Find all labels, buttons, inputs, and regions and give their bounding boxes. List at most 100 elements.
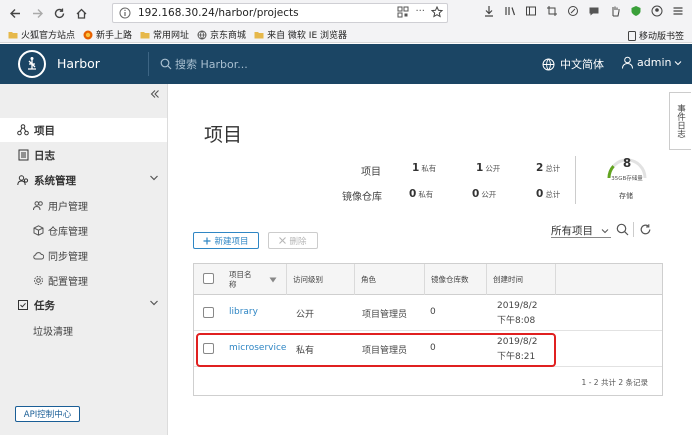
qr-code-icon[interactable] [397, 6, 409, 18]
chevron-down-icon [675, 60, 682, 65]
brand-name[interactable]: Harbor [57, 56, 100, 71]
sidebar-item-users[interactable]: 用户管理 [0, 193, 167, 217]
column-header-repos: 镜像仓库数 [424, 264, 486, 295]
harbor-logo-icon[interactable] [18, 50, 46, 78]
api-center-button[interactable]: API控制中心 [15, 406, 80, 422]
back-arrow-icon[interactable] [4, 3, 26, 25]
library-icon[interactable] [503, 4, 517, 18]
stat-repos-total: 0 总计 [536, 188, 561, 200]
sidebar-toggle-icon[interactable] [524, 4, 538, 18]
bookmark-item[interactable]: 来自 微软 IE 浏览器 [254, 28, 347, 41]
filter-value: 所有项目 [551, 224, 593, 237]
sidebar-item-configuration[interactable]: 配置管理 [0, 268, 167, 292]
language-label: 中文简体 [560, 58, 604, 71]
chevron-down-icon [150, 175, 158, 181]
column-header-role: 角色 [354, 264, 424, 295]
column-header-created: 创建时间 [486, 264, 556, 295]
bookmark-item[interactable]: 京东商城 [197, 28, 246, 41]
hand-icon[interactable] [608, 4, 622, 18]
stat-projects-private: 1 私有 [412, 162, 437, 174]
bookmark-star-icon[interactable] [431, 6, 443, 18]
stats-divider [575, 156, 576, 204]
global-search[interactable]: 搜索 Harbor... [160, 56, 248, 72]
storage-count: 8 [622, 156, 632, 170]
stat-projects-total: 2 总计 [536, 162, 561, 174]
folder-icon [8, 31, 18, 38]
filter-triangle-icon[interactable] [269, 277, 277, 283]
address-bar[interactable]: 192.168.30.24/harbor/projects ··· [112, 3, 448, 23]
close-icon [279, 237, 287, 244]
cube-icon [33, 224, 44, 236]
new-project-label: 新建项目 [214, 236, 249, 247]
storage-quota: 35GB存储量 [611, 176, 643, 182]
project-name-link[interactable]: library [229, 307, 258, 317]
sidebar-item-label: 日志 [34, 149, 55, 162]
home-icon[interactable] [70, 3, 92, 25]
delete-button[interactable]: 删除 [268, 232, 318, 249]
info-icon[interactable] [118, 6, 132, 20]
storage-label: 存储 [619, 192, 633, 200]
sidebar-item-projects[interactable]: 项目 [0, 118, 167, 142]
row-checkbox[interactable] [203, 307, 214, 318]
collapse-sidebar-icon[interactable] [150, 89, 160, 99]
toolbar-icons [482, 4, 685, 18]
refresh-icon[interactable] [639, 223, 652, 236]
language-selector[interactable]: 中文简体 [542, 56, 604, 72]
sidebar-item-replication[interactable]: 同步管理 [0, 243, 167, 267]
user-menu[interactable]: admin [621, 56, 682, 69]
stat-projects-public: 1 公开 [476, 162, 501, 174]
chat-icon[interactable] [587, 4, 601, 18]
screenshot-icon[interactable] [545, 4, 559, 18]
sidebar-item-garbage-collection[interactable]: 垃圾清理 [0, 318, 167, 342]
forward-arrow-icon[interactable] [26, 3, 48, 25]
plus-icon [203, 237, 211, 244]
bookmark-item[interactable]: 火狐官方站点 [8, 28, 75, 41]
event-log-tab[interactable]: 事件日志 [669, 92, 691, 150]
stat-repos-public: 0 公开 [472, 188, 497, 200]
new-project-button[interactable]: 新建项目 [193, 232, 259, 249]
account-icon[interactable] [650, 4, 664, 18]
select-all-checkbox[interactable] [203, 273, 214, 284]
bookmark-item[interactable]: 常用网址 [140, 28, 189, 41]
more-dots-icon[interactable]: ··· [415, 6, 425, 18]
table-row[interactable]: library 公开 项目管理员 0 2019/8/2 下午8:08 [194, 295, 662, 331]
stat-repos-private: 0 私有 [409, 188, 434, 200]
chevron-down-icon [601, 229, 609, 234]
users-icon [33, 200, 44, 211]
sidebar-item-label: 垃圾清理 [33, 326, 73, 338]
access-level: 公开 [296, 310, 315, 320]
column-header-name[interactable]: 项目名称 [223, 264, 286, 295]
globe-icon [197, 30, 207, 39]
filter-search-icon[interactable] [616, 223, 629, 236]
link-icon[interactable] [566, 4, 580, 18]
shield-icon[interactable] [629, 4, 643, 18]
chevron-down-icon [150, 300, 158, 306]
bookmark-item[interactable]: 新手上路 [83, 28, 132, 41]
folder-icon [254, 31, 264, 38]
sidebar-item-repositories[interactable]: 仓库管理 [0, 218, 167, 242]
sidebar-item-admin[interactable]: 系统管理 [0, 168, 167, 192]
firefox-icon [83, 30, 93, 39]
stat-repos-label: 镜像仓库 [342, 192, 382, 203]
username: admin [637, 56, 672, 69]
filter-divider [633, 222, 634, 237]
column-header-label: 角色 [361, 274, 376, 284]
logs-icon [17, 149, 29, 161]
sidebar-item-logs[interactable]: 日志 [0, 143, 167, 167]
mobile-bookmarks[interactable]: 移动版书签 [627, 29, 684, 42]
sidebar-item-label: 任务 [34, 299, 55, 312]
admin-users-icon [17, 174, 29, 186]
page-title: 项目 [204, 124, 243, 146]
table-header: 项目名称 访问级别 角色 镜像仓库数 创建时间 [194, 264, 662, 295]
reload-icon[interactable] [48, 3, 70, 25]
sidebar-item-tasks[interactable]: 任务 [0, 293, 167, 317]
bookmark-label: 来自 微软 IE 浏览器 [267, 31, 347, 41]
delete-label: 删除 [289, 236, 307, 247]
menu-icon[interactable] [671, 4, 685, 18]
column-header-label: 项目名称 [229, 269, 252, 289]
project-filter-select[interactable]: 所有项目 [551, 223, 611, 238]
download-icon[interactable] [482, 4, 496, 18]
sidebar-item-label: 用户管理 [48, 201, 88, 213]
gear-icon [33, 275, 44, 286]
column-header-label: 创建时间 [493, 274, 523, 284]
